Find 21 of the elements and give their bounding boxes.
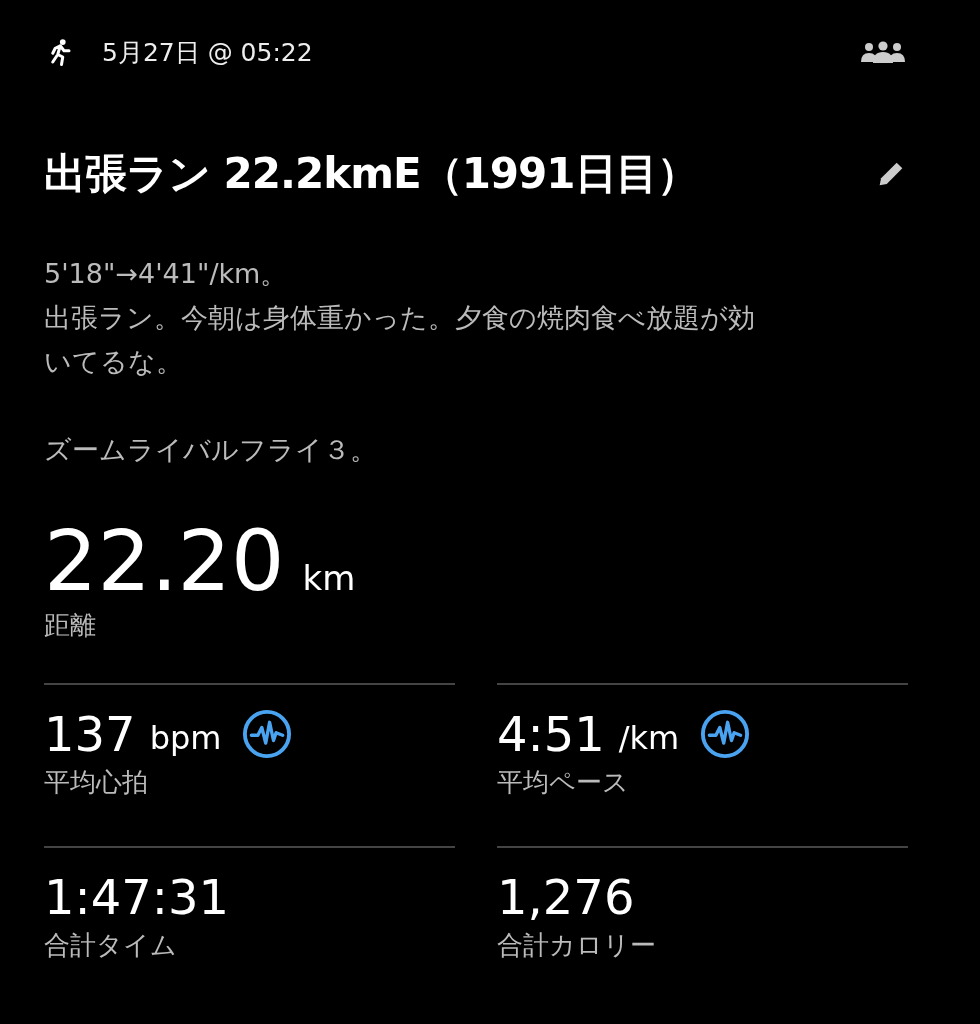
group-icon[interactable] xyxy=(858,40,908,64)
stat-unit: /km xyxy=(618,719,680,757)
distance-label: 距離 xyxy=(44,609,97,642)
stat-label: 平均心拍 xyxy=(44,766,149,799)
stat-value: 1:47:31 xyxy=(44,869,230,925)
distance-unit: km xyxy=(302,558,356,598)
stat-label: 合計カロリー xyxy=(497,929,657,962)
stat-value: 137 xyxy=(44,706,136,762)
description-text: 出張ラン。今朝は身体重かった。夕食の焼肉食べ放題が効いてるな。 xyxy=(44,301,756,379)
activity-date: 5月27日 @ 05:22 xyxy=(102,36,313,69)
stat-label: 合計タイム xyxy=(44,929,178,962)
description-text: ズームライバルフライ３。 xyxy=(44,433,378,467)
stat-value: 1,276 xyxy=(497,869,635,925)
heart-rate-icon[interactable] xyxy=(699,708,752,760)
activity-title: 出張ラン 22.2kmE（1991日目） xyxy=(44,148,698,200)
distance-value: 22.20 xyxy=(44,516,285,606)
stat-label: 平均ペース xyxy=(497,766,630,799)
stat-value: 4:51 xyxy=(497,706,605,762)
heart-rate-icon[interactable] xyxy=(241,708,294,760)
description-text: 5'18"→4'41"/km。 xyxy=(44,257,289,291)
stat-unit: bpm xyxy=(149,719,222,757)
